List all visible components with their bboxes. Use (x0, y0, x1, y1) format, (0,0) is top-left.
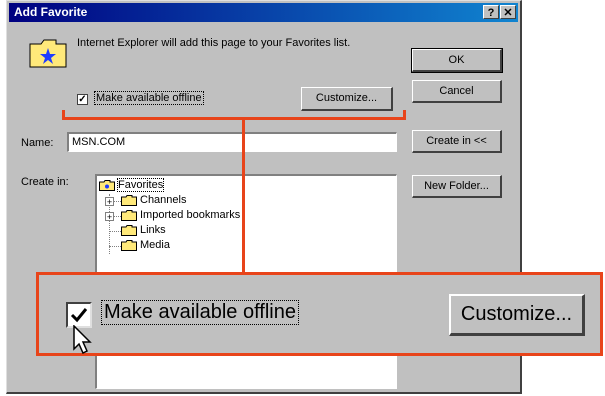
tree-item-links[interactable]: Links (121, 223, 166, 238)
create-in-label: Create in: (21, 176, 69, 188)
zoom-offline-label[interactable]: Make available offline (101, 300, 299, 325)
folder-icon (121, 239, 137, 251)
ok-button[interactable]: OK (411, 48, 503, 73)
zoom-callout: Make available offline Customize... (36, 272, 603, 356)
tree-item-label: Media (140, 239, 170, 251)
favorites-folder-icon (29, 39, 67, 68)
callout-bracket-right (403, 110, 406, 120)
name-label: Name: (21, 137, 54, 149)
tree-item-label: Channels (140, 194, 187, 206)
checkbox-check-icon: ✓ (78, 94, 87, 105)
offline-checkbox[interactable]: ✓ (77, 94, 88, 105)
tree-item-label: Links (140, 224, 166, 236)
offline-label[interactable]: Make available offline (94, 91, 204, 105)
title-bar: Add Favorite ? ✕ (9, 3, 518, 22)
callout-bracket-left (62, 110, 65, 120)
callout-connector (242, 117, 245, 274)
zoom-customize-button[interactable]: Customize... (449, 294, 585, 336)
new-folder-button[interactable]: New Folder... (412, 175, 502, 198)
mouse-pointer-icon (73, 325, 92, 355)
checkbox-check-icon (70, 308, 88, 323)
tree-item-label: Favorites (116, 178, 165, 192)
cancel-button[interactable]: Cancel (412, 80, 502, 103)
customize-button[interactable]: Customize... (301, 87, 393, 111)
info-message: Internet Explorer will add this page to … (77, 37, 351, 49)
folder-icon (121, 209, 137, 221)
folder-icon (121, 194, 137, 206)
expand-toggle-imported[interactable]: + (105, 212, 114, 222)
tree-item-channels[interactable]: Channels (121, 193, 186, 208)
name-input[interactable]: MSN.COM (67, 132, 397, 152)
tree-item-media[interactable]: Media (121, 238, 170, 253)
favorites-folder-icon (99, 179, 115, 191)
tree-item-favorites[interactable]: Favorites (99, 178, 165, 193)
help-button[interactable]: ? (483, 5, 499, 19)
folder-icon (121, 224, 137, 236)
expand-toggle-channels[interactable]: + (105, 197, 114, 207)
dialog-title: Add Favorite (14, 5, 88, 19)
callout-bracket (62, 117, 406, 120)
tree-item-label: Imported bookmarks (140, 209, 241, 221)
create-in-button[interactable]: Create in << (412, 130, 502, 153)
tree-item-imported-bookmarks[interactable]: Imported bookmarks (121, 208, 240, 223)
close-button[interactable]: ✕ (500, 5, 516, 19)
